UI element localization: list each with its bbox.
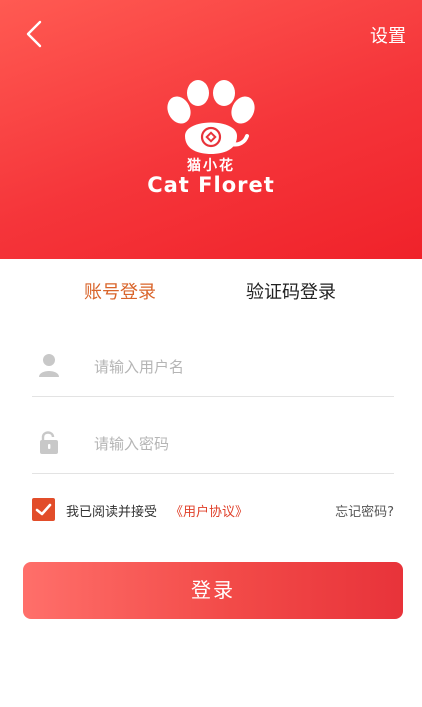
back-arrow-icon[interactable] [22, 18, 50, 50]
username-field[interactable]: 请输入用户名 [32, 338, 394, 397]
brand-name-chinese: 猫小花 [187, 158, 235, 174]
agreement-text: 我已阅读并接受 [66, 505, 158, 520]
forgot-password-link[interactable]: 忘记密码? [335, 501, 394, 520]
cat-paw-logo-icon [167, 80, 255, 154]
user-agreement-link[interactable]: 《用户协议》 [170, 501, 248, 520]
username-placeholder: 请输入用户名 [94, 358, 185, 376]
login-tabs: 账号登录 验证码登录 [0, 278, 422, 308]
brand-name-english: Cat Floret [147, 173, 275, 197]
lock-icon [40, 431, 58, 454]
password-placeholder: 请输入密码 [94, 435, 170, 453]
user-icon [39, 354, 59, 377]
login-screen: 设置 猫小花 Cat Floret 账号登录 验证码登录 请输入用户名 请输入密… [0, 0, 422, 707]
checkmark-icon [35, 503, 52, 516]
password-field[interactable]: 请输入密码 [32, 415, 394, 474]
header-banner: 设置 猫小花 Cat Floret [0, 0, 422, 259]
login-button[interactable]: 登录 [23, 562, 403, 619]
agreement-checkbox[interactable] [32, 498, 55, 521]
tab-sms-code-login[interactable]: 验证码登录 [246, 278, 336, 304]
agreement-row: 我已阅读并接受 《用户协议》 忘记密码? [32, 497, 394, 523]
tab-account-login[interactable]: 账号登录 [84, 278, 156, 304]
settings-button[interactable]: 设置 [370, 22, 406, 48]
